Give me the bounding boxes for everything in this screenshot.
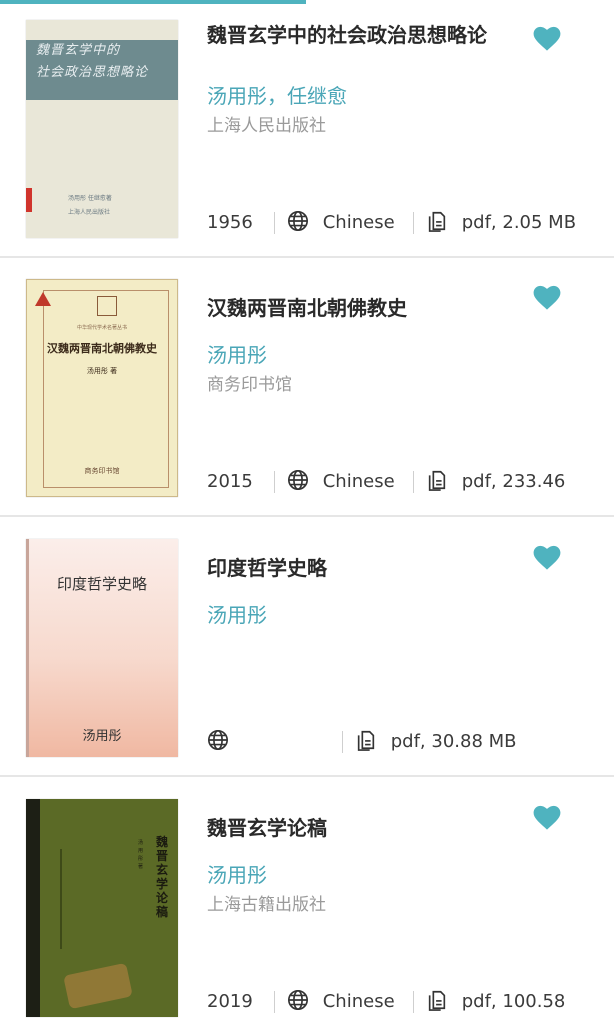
favorite-heart-icon[interactable] bbox=[533, 545, 561, 571]
book-publisher: 商务印书馆 bbox=[207, 375, 292, 395]
cover-spine bbox=[26, 799, 40, 1017]
cover-title-band: 魏晋玄学中的 社会政治思想略论 bbox=[26, 40, 178, 100]
book-publisher: 上海古籍出版社 bbox=[207, 895, 326, 915]
book-file-info: pdf, 2.05 MB bbox=[461, 212, 577, 233]
book-language: Chinese bbox=[322, 991, 395, 1012]
globe-icon bbox=[287, 989, 309, 1011]
cover-author: 汤用彤 著 bbox=[138, 840, 144, 870]
cover-author: 汤用彤 任继愈著 bbox=[68, 195, 112, 202]
book-year: 1956 bbox=[207, 212, 253, 233]
file-icon bbox=[426, 210, 448, 232]
book-author[interactable]: 汤用彤，任继愈 bbox=[207, 82, 347, 110]
book-item[interactable]: 魏晋玄学中的 社会政治思想略论 汤用彤 任继愈著 上海人民出版社 魏晋玄学中的社… bbox=[0, 0, 614, 258]
book-title[interactable]: 印度哲学史略 bbox=[207, 553, 497, 583]
book-meta: 1956 Chinese pdf, 2.05 MB bbox=[207, 210, 607, 236]
book-author[interactable]: 汤用彤 bbox=[207, 861, 267, 889]
favorite-heart-icon[interactable] bbox=[533, 805, 561, 831]
book-cover[interactable]: 魏晋玄学中的 社会政治思想略论 汤用彤 任继愈著 上海人民出版社 bbox=[26, 20, 178, 238]
book-author[interactable]: 汤用彤 bbox=[207, 341, 267, 369]
cover-title: 汉魏两晋南北朝佛教史 bbox=[47, 342, 157, 355]
cover-footer: 汤用彤 任继愈著 上海人民出版社 bbox=[68, 192, 112, 220]
book-file-info: pdf, 233.46 bbox=[461, 471, 566, 492]
book-item[interactable]: 中华现代学术名著丛书 汉魏两晋南北朝佛教史 汤用彤 著 商务印书馆 汉魏两晋南北… bbox=[0, 259, 614, 517]
book-file-info: pdf, 30.88 MB bbox=[390, 731, 517, 752]
meta-divider bbox=[342, 731, 343, 753]
book-language: Chinese bbox=[322, 212, 395, 233]
book-title[interactable]: 汉魏两晋南北朝佛教史 bbox=[207, 293, 497, 323]
globe-icon bbox=[287, 210, 309, 232]
cover-series: 中华现代学术名著丛书 bbox=[76, 325, 127, 331]
meta-divider bbox=[413, 471, 414, 493]
meta-divider bbox=[274, 471, 275, 493]
library-tab bbox=[26, 188, 32, 212]
meta-divider bbox=[413, 991, 414, 1013]
book-item[interactable]: 汤用彤 著 魏晋玄学论稿 魏晋玄学论稿 汤用彤 上海古籍出版社 2019 Chi… bbox=[0, 779, 614, 1024]
publisher-logo-icon bbox=[35, 292, 51, 306]
book-title[interactable]: 魏晋玄学论稿 bbox=[207, 813, 497, 843]
book-language: Chinese bbox=[322, 471, 395, 492]
book-meta: pdf, 30.88 MB bbox=[207, 729, 607, 755]
cover-artwork bbox=[63, 962, 133, 1010]
cover-author: 汤用彤 bbox=[82, 729, 122, 744]
cover-title: 魏晋玄学论稿 bbox=[156, 835, 169, 919]
book-meta: 2019 Chinese pdf, 100.58 bbox=[207, 989, 607, 1015]
book-year: 2019 bbox=[207, 991, 253, 1012]
globe-icon bbox=[207, 729, 229, 751]
cover-seal bbox=[97, 296, 117, 316]
cover-publisher: 上海人民出版社 bbox=[68, 209, 111, 216]
book-list-screen: 魏晋玄学中的 社会政治思想略论 汤用彤 任继愈著 上海人民出版社 魏晋玄学中的社… bbox=[0, 0, 614, 1024]
book-cover[interactable]: 中华现代学术名著丛书 汉魏两晋南北朝佛教史 汤用彤 著 商务印书馆 bbox=[26, 279, 178, 497]
book-year: 2015 bbox=[207, 471, 253, 492]
book-meta: 2015 Chinese pdf, 233.46 bbox=[207, 469, 607, 495]
book-author[interactable]: 汤用彤 bbox=[207, 601, 267, 629]
cover-ornament bbox=[60, 849, 62, 949]
meta-divider bbox=[413, 212, 414, 234]
file-icon bbox=[426, 469, 448, 491]
book-title[interactable]: 魏晋玄学中的社会政治思想略论 bbox=[207, 20, 497, 50]
book-cover[interactable]: 汤用彤 著 魏晋玄学论稿 bbox=[26, 799, 178, 1017]
cover-publisher: 商务印书馆 bbox=[84, 467, 120, 475]
book-cover[interactable]: 印度哲学史略 汤用彤 bbox=[26, 539, 178, 757]
globe-icon bbox=[287, 469, 309, 491]
cover-title: 印度哲学史略 bbox=[56, 575, 147, 593]
cover-frame bbox=[43, 290, 169, 488]
file-icon bbox=[355, 729, 377, 751]
favorite-heart-icon[interactable] bbox=[533, 285, 561, 311]
cover-author: 汤用彤 著 bbox=[86, 367, 118, 375]
book-item[interactable]: 印度哲学史略 汤用彤 印度哲学史略 汤用彤 pdf, 30.88 MB bbox=[0, 519, 614, 777]
meta-divider bbox=[274, 212, 275, 234]
cover-title-line: 魏晋玄学中的 bbox=[36, 43, 121, 58]
cover-title-line: 社会政治思想略论 bbox=[36, 65, 149, 80]
meta-divider bbox=[274, 991, 275, 1013]
favorite-heart-icon[interactable] bbox=[533, 26, 561, 52]
book-publisher: 上海人民出版社 bbox=[207, 116, 326, 136]
book-file-info: pdf, 100.58 bbox=[461, 991, 566, 1012]
file-icon bbox=[426, 989, 448, 1011]
